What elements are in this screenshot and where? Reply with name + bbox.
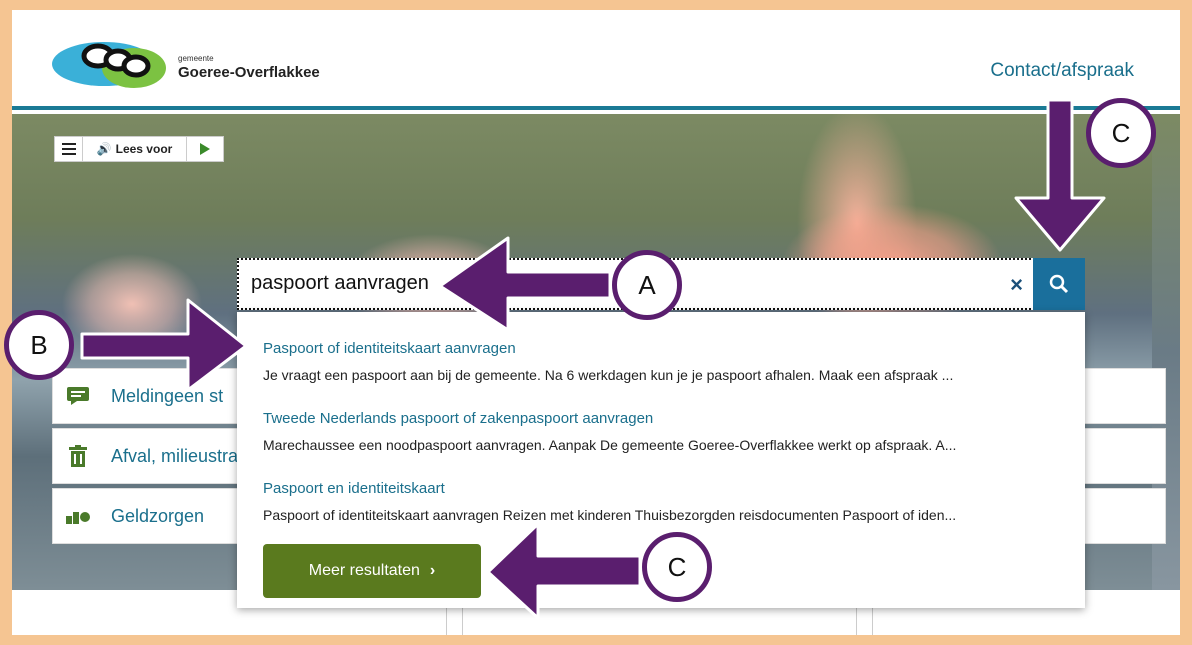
annotation-badge-b: B	[4, 310, 74, 380]
annotation-badge-c-bottom: C	[642, 532, 712, 602]
annotation-badge-c-top: C	[1086, 98, 1156, 168]
arrow-c-bottom	[486, 522, 642, 620]
arrow-b	[80, 298, 248, 392]
annotation-arrows	[80, 98, 1106, 620]
annotation-badge-a: A	[612, 250, 682, 320]
arrow-a	[438, 236, 612, 332]
